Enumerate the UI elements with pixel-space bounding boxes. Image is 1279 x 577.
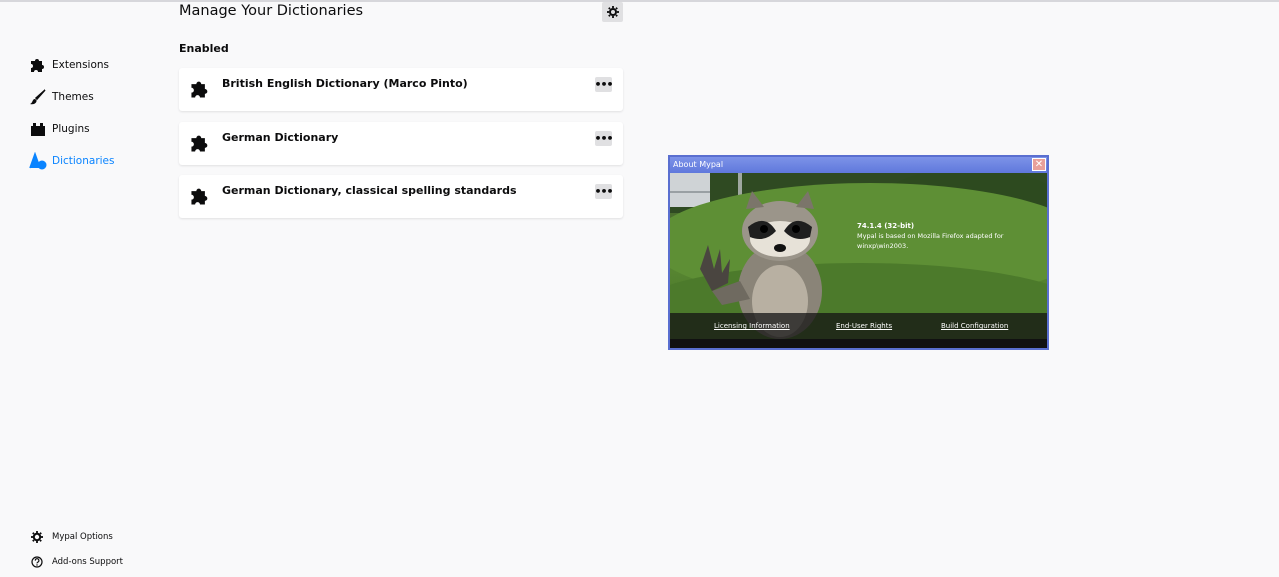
close-button[interactable]: ✕ <box>1032 158 1046 171</box>
puzzle-icon <box>189 185 211 207</box>
dialog-bottom-strip <box>670 339 1047 348</box>
tools-gear-button[interactable] <box>602 2 623 22</box>
sidebar-item-themes[interactable]: Themes <box>28 84 94 110</box>
description-line: winxp\win2003. <box>857 242 909 250</box>
about-dialog: About Mypal ✕ 74.1.4 (32-bit) Mypal is b… <box>668 155 1049 350</box>
sidebar-item-dictionaries[interactable]: Dictionaries <box>28 148 115 174</box>
version-label: 74.1.4 (32-bit) <box>857 222 915 230</box>
sidebar-item-extensions[interactable]: Extensions <box>28 52 109 78</box>
about-background-image: 74.1.4 (32-bit) Mypal is based on Mozill… <box>670 173 1047 348</box>
dictionary-icon <box>28 151 48 171</box>
puzzle-icon <box>189 78 211 100</box>
dictionary-card[interactable]: German Dictionary, classical spelling st… <box>179 175 623 218</box>
gear-icon <box>606 3 619 22</box>
about-links-bar: Licensing Information End-User Rights Bu… <box>670 313 1047 339</box>
help-icon <box>30 555 44 569</box>
dictionary-card[interactable]: British English Dictionary (Marco Pinto)… <box>179 68 623 111</box>
dictionary-card[interactable]: German Dictionary ••• <box>179 122 623 165</box>
sidebar-item-label: Extensions <box>52 59 110 71</box>
more-options-button[interactable]: ••• <box>594 184 614 199</box>
version-info: 74.1.4 (32-bit) Mypal is based on Mozill… <box>857 221 1003 251</box>
close-icon: ✕ <box>1034 158 1044 170</box>
sidebar-item-plugins[interactable]: Plugins <box>28 116 90 142</box>
addons-support-label: Add-ons Support <box>52 557 124 567</box>
more-options-button[interactable]: ••• <box>594 77 614 92</box>
addons-support-link[interactable]: Add-ons Support <box>30 553 123 571</box>
dictionary-name: German Dictionary <box>222 131 339 144</box>
top-border <box>0 0 1279 2</box>
sidebar-item-label: Dictionaries <box>52 155 115 167</box>
dictionary-name: British English Dictionary (Marco Pinto) <box>222 77 468 90</box>
section-title-enabled: Enabled <box>179 42 229 55</box>
more-options-button[interactable]: ••• <box>594 131 614 146</box>
dialog-titlebar[interactable]: About Mypal ✕ <box>670 157 1047 173</box>
page-title: Manage Your Dictionaries <box>179 3 364 19</box>
dialog-title: About Mypal <box>673 160 724 169</box>
plugin-icon <box>28 119 48 139</box>
dictionary-name: German Dictionary, classical spelling st… <box>222 184 517 197</box>
mypal-options-link[interactable]: Mypal Options <box>30 528 113 546</box>
licensing-information-link[interactable]: Licensing Information <box>714 322 790 330</box>
gear-icon <box>30 530 44 544</box>
puzzle-icon <box>189 132 211 154</box>
sidebar-item-label: Themes <box>52 91 94 103</box>
end-user-rights-link[interactable]: End-User Rights <box>836 322 892 330</box>
sidebar: Extensions Themes Plugins Dictionaries M… <box>0 0 160 577</box>
description-line: Mypal is based on Mozilla Firefox adapte… <box>857 232 1004 240</box>
build-configuration-link[interactable]: Build Configuration <box>941 322 1008 330</box>
brush-icon <box>28 87 48 107</box>
mypal-options-label: Mypal Options <box>52 532 113 542</box>
puzzle-icon <box>28 55 48 75</box>
sidebar-item-label: Plugins <box>52 123 90 135</box>
